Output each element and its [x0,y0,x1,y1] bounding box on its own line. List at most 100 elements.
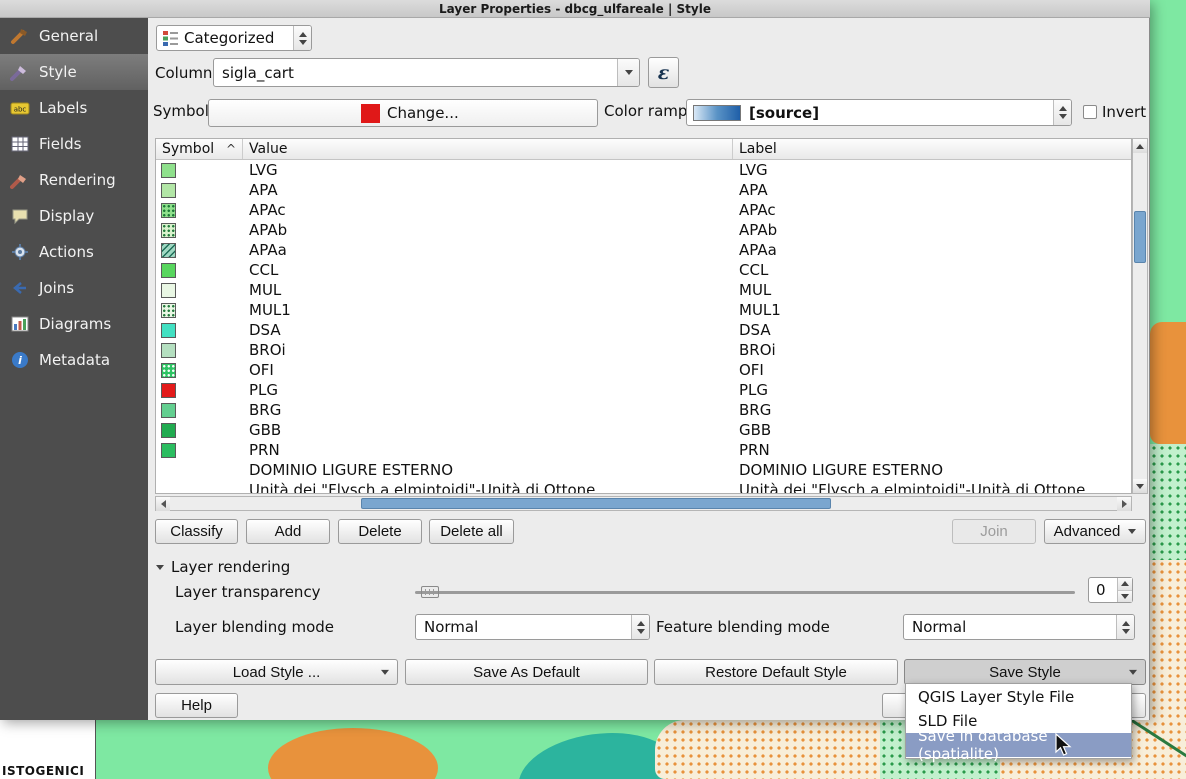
stepper-arrows-icon[interactable] [1053,100,1071,125]
column-header-label[interactable]: Label [733,139,1131,159]
class-symbol-swatch[interactable] [161,243,176,258]
class-symbol-swatch[interactable] [161,283,176,298]
class-row[interactable]: Unità dei "Flysch a elmintoidi"-Unità di… [156,480,1131,494]
menu-item-qgis-layer-style-file[interactable]: QGIS Layer Style File [906,685,1131,709]
slider-handle[interactable] [421,586,439,598]
class-row[interactable]: OFIOFI [156,360,1131,380]
scroll-left-icon[interactable] [156,497,170,511]
class-row[interactable]: APAbAPAb [156,220,1131,240]
class-value: APAc [243,201,733,219]
layer-rendering-section-toggle[interactable]: Layer rendering [156,558,290,576]
class-row[interactable]: BRGBRG [156,400,1131,420]
class-symbol-cell [156,441,243,459]
map-canvas-right[interactable] [1150,0,1186,779]
save-style-button[interactable]: Save Style [904,659,1146,685]
vertical-scroll-thumb[interactable] [1134,211,1146,263]
class-row[interactable]: BROiBROi [156,340,1131,360]
class-row[interactable]: DSADSA [156,320,1131,340]
class-row[interactable]: LVGLVG [156,160,1131,180]
class-symbol-swatch[interactable] [161,323,176,338]
join-button[interactable]: Join [952,519,1036,544]
class-symbol-cell [156,421,243,439]
horizontal-scrollbar[interactable] [155,496,1132,511]
class-symbol-swatch[interactable] [161,343,176,358]
scroll-right-icon[interactable] [1117,497,1131,511]
sidebar-item-diagrams[interactable]: Diagrams [0,306,148,342]
column-header-symbol[interactable]: Symbol ^ [156,139,243,159]
color-ramp-label: Color ramp [604,100,687,122]
class-row[interactable]: PLGPLG [156,380,1131,400]
column-header-value[interactable]: Value [243,139,733,159]
color-ramp-select[interactable]: [source] [686,99,1072,126]
feature-blending-select[interactable]: Normal [903,614,1135,640]
column-select[interactable]: sigla_cart [213,58,640,87]
class-row[interactable]: APAAPA [156,180,1131,200]
class-row[interactable]: MUL1MUL1 [156,300,1131,320]
classes-table[interactable]: Symbol ^ Value Label LVGLVGAPAAPAAPAcAPA… [155,138,1132,494]
class-symbol-swatch[interactable] [161,203,176,218]
chevron-down-icon[interactable] [617,59,639,86]
sidebar-item-fields[interactable]: Fields [0,126,148,162]
class-symbol-swatch[interactable] [161,183,176,198]
class-row[interactable]: DOMINIO LIGURE ESTERNODOMINIO LIGURE EST… [156,460,1131,480]
horizontal-scroll-thumb[interactable] [361,498,831,509]
class-row[interactable]: GBBGBB [156,420,1131,440]
delete-all-button[interactable]: Delete all [429,519,514,544]
stepper-arrows-icon[interactable] [293,26,311,50]
class-symbol-swatch[interactable] [161,423,176,438]
sidebar-item-actions[interactable]: Actions [0,234,148,270]
sidebar-item-rendering[interactable]: Rendering [0,162,148,198]
change-button-label: Change... [387,104,459,122]
transparency-spinbox[interactable]: 0 [1088,577,1133,603]
load-style-button[interactable]: Load Style ... [155,659,398,685]
class-symbol-swatch[interactable] [161,403,176,418]
class-label: DOMINIO LIGURE ESTERNO [733,461,1131,479]
class-value: LVG [243,161,733,179]
class-row[interactable]: CCLCCL [156,260,1131,280]
transparency-slider[interactable] [415,584,1075,600]
stepper-arrows-icon[interactable] [631,615,649,639]
menu-item-save-in-database[interactable]: Save in database (spatialite) [906,733,1131,757]
sidebar-item-style[interactable]: Style [0,54,148,90]
restore-default-style-button[interactable]: Restore Default Style [654,659,898,685]
sidebar-item-metadata[interactable]: i Metadata [0,342,148,378]
layer-blending-select[interactable]: Normal [415,614,650,640]
class-value: APAb [243,221,733,239]
sidebar-item-joins[interactable]: Joins [0,270,148,306]
scroll-down-icon[interactable] [1133,479,1147,493]
save-as-default-button[interactable]: Save As Default [405,659,648,685]
spinner-arrows-icon[interactable] [1117,578,1132,602]
renderer-select[interactable]: Categorized [156,25,312,51]
sidebar-item-labels[interactable]: abc Labels [0,90,148,126]
class-row[interactable]: PRNPRN [156,440,1131,460]
help-button[interactable]: Help [155,693,238,718]
symbol-change-button[interactable]: Change... [208,99,598,127]
invert-checkbox[interactable]: Invert [1083,103,1146,121]
class-symbol-swatch[interactable] [161,363,176,378]
symbol-color-swatch [361,104,380,123]
sidebar-item-general[interactable]: General [0,18,148,54]
classify-button[interactable]: Classify [155,519,238,544]
add-button[interactable]: Add [246,519,330,544]
class-row[interactable]: APAcAPAc [156,200,1131,220]
sidebar-item-label: Joins [39,279,74,297]
vertical-scrollbar[interactable] [1132,138,1148,494]
layer-blending-label: Layer blending mode [175,616,334,638]
advanced-button[interactable]: Advanced [1044,519,1146,544]
scroll-up-icon[interactable] [1133,139,1147,153]
class-symbol-swatch[interactable] [161,263,176,278]
class-row[interactable]: MULMUL [156,280,1131,300]
checkbox-icon[interactable] [1083,105,1097,119]
stepper-arrows-icon[interactable] [1116,615,1134,639]
class-symbol-swatch[interactable] [161,163,176,178]
sidebar-item-display[interactable]: Display [0,198,148,234]
dialog-titlebar[interactable]: Layer Properties - dbcg_ulfareale | Styl… [0,0,1150,18]
class-symbol-swatch[interactable] [161,383,176,398]
class-row[interactable]: APAaAPAa [156,240,1131,260]
class-symbol-swatch[interactable] [161,223,176,238]
class-symbol-swatch[interactable] [161,443,176,458]
class-value: Unità dei "Flysch a elmintoidi"-Unità di… [243,481,733,494]
class-symbol-swatch[interactable] [161,303,176,318]
expression-builder-button[interactable]: ε [648,57,679,88]
delete-button[interactable]: Delete [338,519,422,544]
